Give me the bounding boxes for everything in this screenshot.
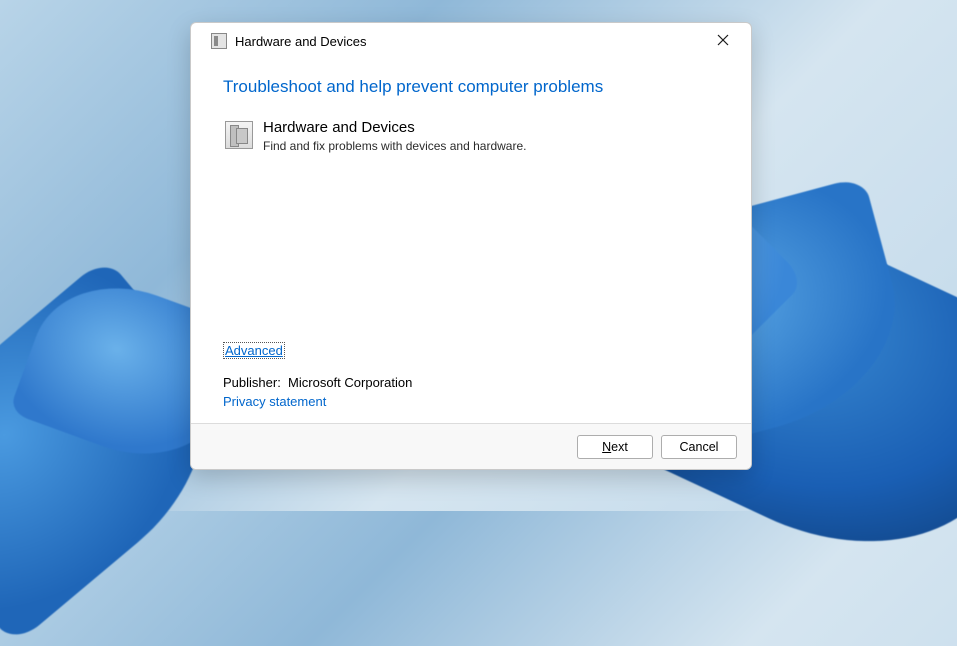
- next-label-rest: ext: [611, 440, 628, 454]
- hardware-devices-icon: [211, 33, 227, 49]
- titlebar: Hardware and Devices: [191, 23, 751, 59]
- advanced-link[interactable]: Advanced: [223, 342, 285, 359]
- next-accelerator: N: [602, 440, 611, 454]
- item-title: Hardware and Devices: [263, 119, 526, 137]
- publisher-row: PublisherMicrosoft Corporation: [223, 375, 723, 390]
- publisher-value: Microsoft Corporation: [288, 375, 412, 390]
- troubleshooter-dialog: Hardware and Devices Troubleshoot and he…: [190, 22, 752, 470]
- item-description: Find and fix problems with devices and h…: [263, 139, 526, 153]
- window-title: Hardware and Devices: [235, 34, 367, 49]
- cancel-button[interactable]: Cancel: [661, 435, 737, 459]
- troubleshooter-item: Hardware and Devices Find and fix proble…: [223, 119, 723, 153]
- hardware-devices-icon: [225, 121, 253, 149]
- dialog-content: Troubleshoot and help prevent computer p…: [191, 59, 751, 423]
- close-icon: [717, 34, 729, 46]
- next-button[interactable]: Next: [577, 435, 653, 459]
- close-button[interactable]: [703, 25, 743, 55]
- publisher-label: Publisher: [223, 375, 288, 390]
- dialog-footer: Next Cancel: [191, 423, 751, 469]
- item-text: Hardware and Devices Find and fix proble…: [263, 119, 526, 153]
- privacy-statement-link[interactable]: Privacy statement: [223, 394, 326, 409]
- page-heading: Troubleshoot and help prevent computer p…: [223, 77, 723, 97]
